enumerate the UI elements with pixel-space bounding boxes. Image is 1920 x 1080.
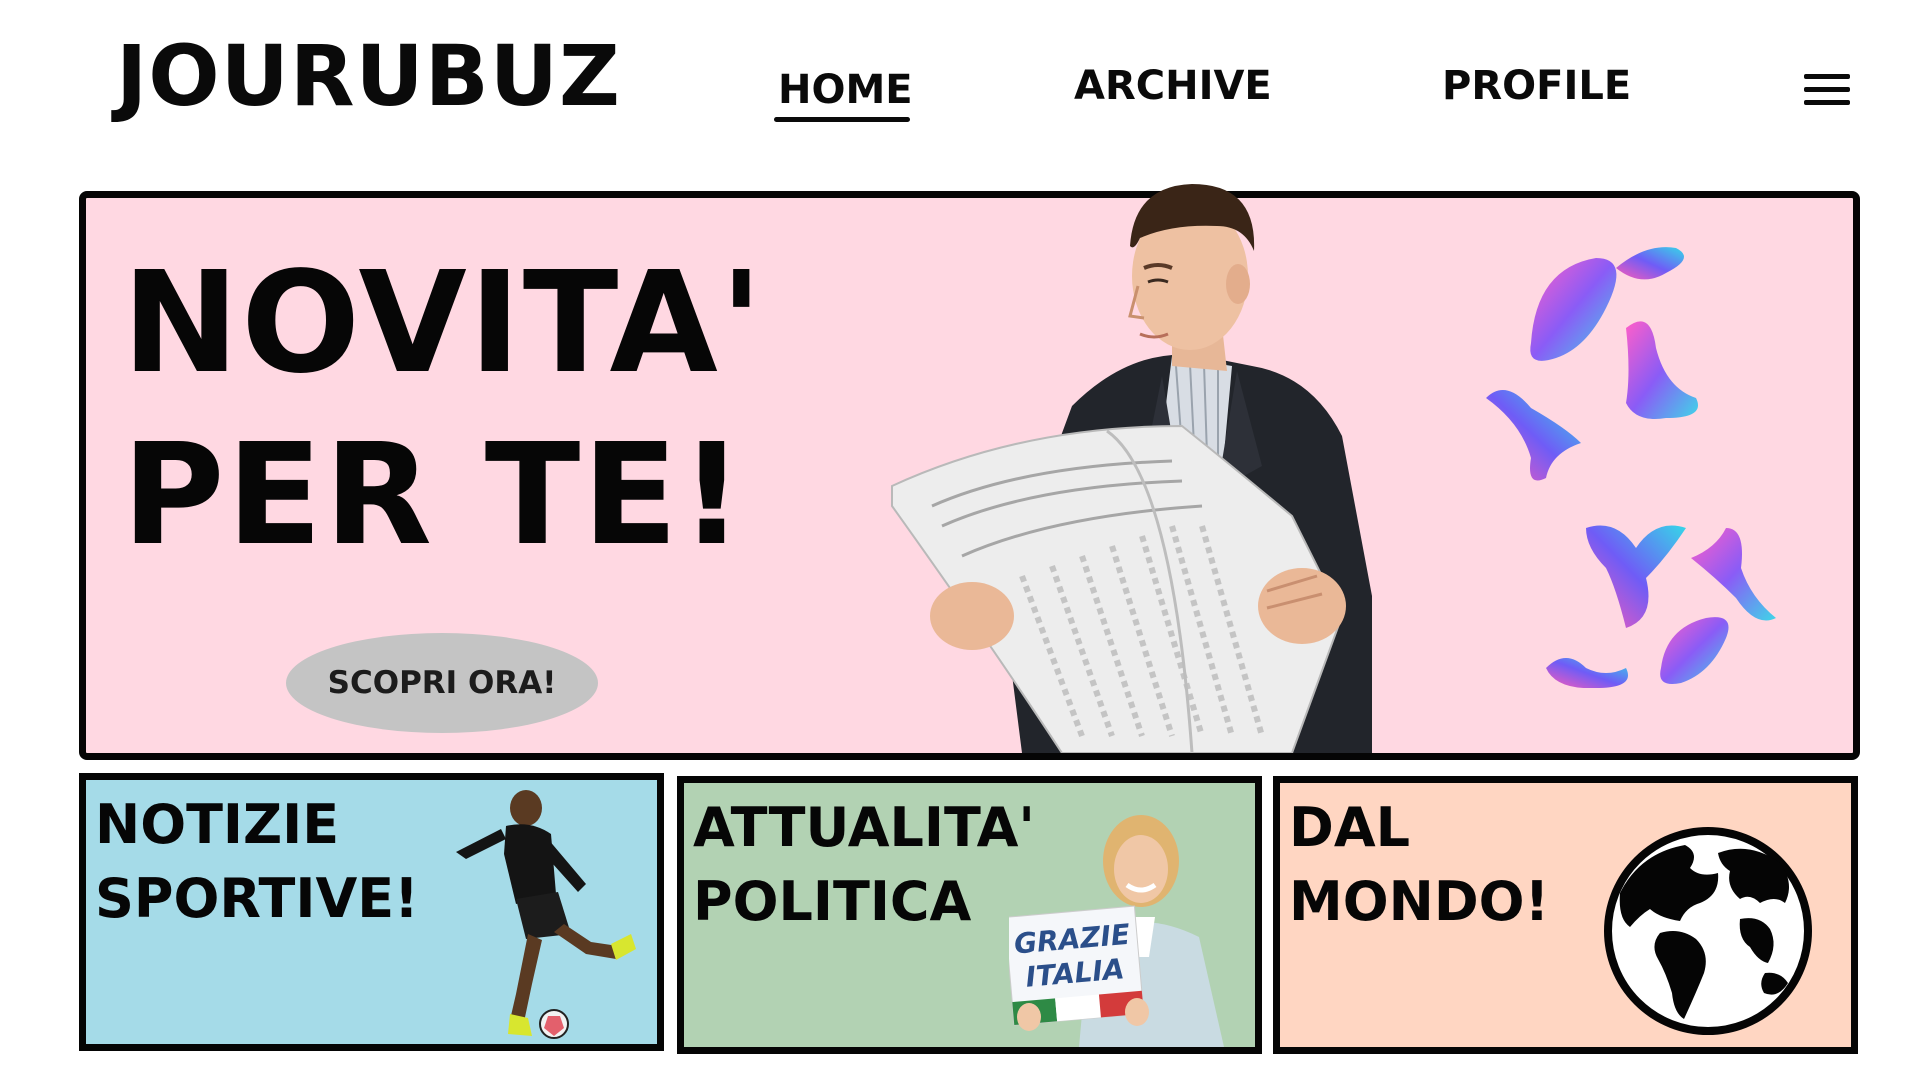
hero-title-line-1: NOVITA' bbox=[122, 242, 765, 405]
nav-profile[interactable]: PROFILE bbox=[1442, 66, 1631, 106]
globe-icon bbox=[1604, 827, 1812, 1035]
card-world-news[interactable]: DAL MONDO! bbox=[1273, 776, 1858, 1054]
page: JOURUBUZ HOME ARCHIVE PROFILE NOVITA' PE… bbox=[0, 0, 1920, 1080]
nav-home-active-underline bbox=[774, 117, 910, 122]
hero-banner: NOVITA' PER TE! SCOPRI ORA! bbox=[79, 184, 1860, 760]
hero-title: NOVITA' PER TE! bbox=[122, 238, 765, 582]
football-player-image bbox=[456, 790, 636, 1039]
nav-archive[interactable]: ARCHIVE bbox=[1074, 66, 1272, 106]
decorative-gradient-blobs bbox=[1486, 247, 1776, 688]
card-politics-title: ATTUALITA' POLITICA bbox=[693, 796, 1035, 933]
card-sports-news[interactable]: NOTIZIE SPORTIVE! bbox=[79, 773, 664, 1051]
card-sports-title: NOTIZIE SPORTIVE! bbox=[95, 793, 419, 930]
nav-home[interactable]: HOME bbox=[778, 70, 913, 110]
hamburger-menu-icon[interactable] bbox=[1804, 74, 1850, 106]
card-politics-news[interactable]: ATTUALITA' POLITICA GRAZIE ITALIA bbox=[677, 776, 1262, 1054]
man-reading-newspaper-image bbox=[891, 184, 1372, 753]
discover-now-button[interactable]: SCOPRI ORA! bbox=[286, 633, 598, 733]
card-world-title: DAL MONDO! bbox=[1289, 796, 1550, 933]
site-logo[interactable]: JOURUBUZ bbox=[116, 34, 621, 118]
hero-title-line-2: PER TE! bbox=[122, 414, 746, 577]
politician-holding-sign-image: GRAZIE ITALIA bbox=[1009, 815, 1224, 1047]
